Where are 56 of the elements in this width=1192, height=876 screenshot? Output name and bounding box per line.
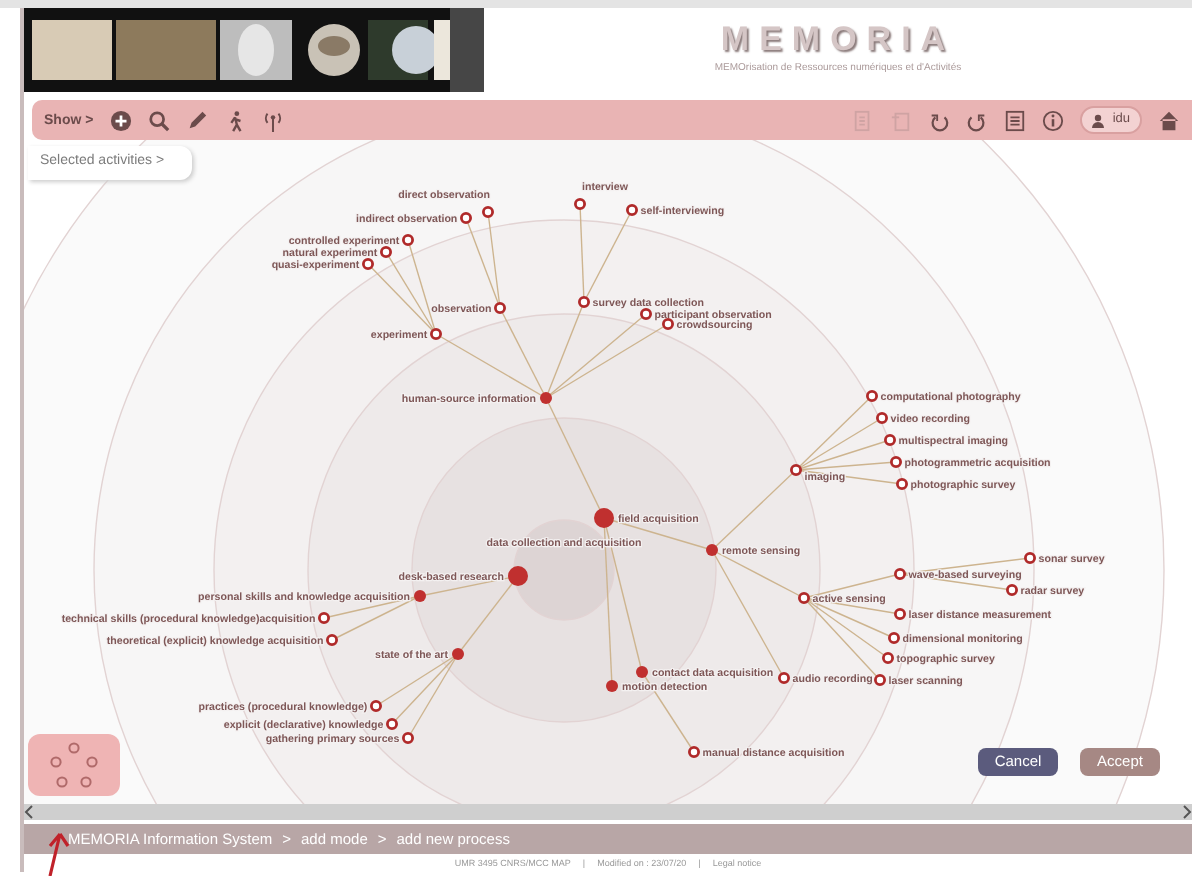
- activity-node[interactable]: [578, 296, 590, 308]
- activity-node[interactable]: [1006, 584, 1018, 596]
- antenna-icon[interactable]: [261, 109, 284, 131]
- activity-node[interactable]: [460, 212, 472, 224]
- category-node[interactable]: [636, 666, 648, 678]
- activity-node[interactable]: [790, 464, 802, 476]
- activity-node[interactable]: [866, 390, 878, 402]
- add-icon[interactable]: [109, 109, 132, 131]
- layout-button[interactable]: [28, 734, 120, 796]
- activity-node[interactable]: [318, 612, 330, 624]
- activity-node[interactable]: [778, 672, 790, 684]
- activity-node[interactable]: [430, 328, 442, 340]
- activity-node[interactable]: [894, 568, 906, 580]
- activity-node[interactable]: [882, 652, 894, 664]
- search-icon[interactable]: [147, 109, 170, 131]
- app-title: MEMORIA: [720, 22, 956, 57]
- activity-node[interactable]: [386, 718, 398, 730]
- arrow-icon: [44, 828, 72, 876]
- activity-node[interactable]: [626, 204, 638, 216]
- activity-node[interactable]: [574, 198, 586, 210]
- category-node[interactable]: [540, 392, 552, 404]
- undo-icon[interactable]: [928, 109, 951, 131]
- activity-node[interactable]: [402, 732, 414, 744]
- activity-node[interactable]: [494, 302, 506, 314]
- activity-node[interactable]: [890, 456, 902, 468]
- list-icon[interactable]: [1004, 109, 1027, 131]
- activity-node[interactable]: [362, 258, 374, 270]
- activity-node[interactable]: [380, 246, 392, 258]
- info-icon[interactable]: [1042, 109, 1065, 131]
- scroll-left-icon[interactable]: [24, 804, 36, 820]
- category-node[interactable]: [508, 566, 528, 586]
- activity-node[interactable]: [894, 608, 906, 620]
- pencil-icon[interactable]: [185, 109, 208, 131]
- activity-node[interactable]: [640, 308, 652, 320]
- category-node[interactable]: [414, 590, 426, 602]
- category-node[interactable]: [706, 544, 718, 556]
- activity-node[interactable]: [888, 632, 900, 644]
- activity-node[interactable]: [896, 478, 908, 490]
- activity-node[interactable]: [662, 318, 674, 330]
- activity-node[interactable]: [402, 234, 414, 246]
- category-node[interactable]: [606, 680, 618, 692]
- activity-node[interactable]: [1024, 552, 1036, 564]
- activity-node[interactable]: [874, 674, 886, 686]
- category-node[interactable]: [452, 648, 464, 660]
- home-icon[interactable]: [1158, 109, 1180, 131]
- activity-node[interactable]: [370, 700, 382, 712]
- activity-node[interactable]: [876, 412, 888, 424]
- activity-node[interactable]: [688, 746, 700, 758]
- activity-node[interactable]: [798, 592, 810, 604]
- activity-node[interactable]: [884, 434, 896, 446]
- redo-icon[interactable]: [966, 109, 989, 131]
- user-icon: [1092, 113, 1105, 127]
- scroll-right-icon[interactable]: [1180, 804, 1192, 820]
- category-node[interactable]: [594, 508, 614, 528]
- activity-node[interactable]: [482, 206, 494, 218]
- activity-node[interactable]: [326, 634, 338, 646]
